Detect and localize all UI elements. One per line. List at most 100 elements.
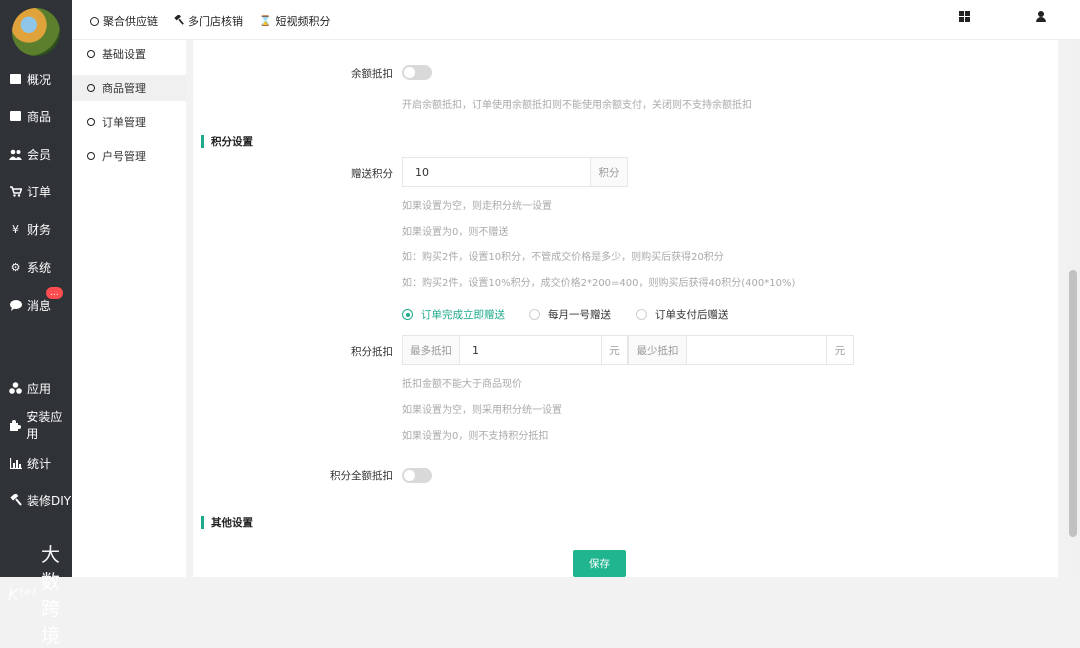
deduct-hint: 如果设置为空，则采用积分统一设置 <box>402 405 562 416</box>
deduct-min-label: 最少抵扣 <box>628 335 687 365</box>
hammer-icon <box>9 494 22 507</box>
main-content: 余额抵扣 开启余额抵扣，订单使用余额抵扣则不能使用余额支付，关闭则不支持余额抵扣… <box>193 40 1058 577</box>
sidebar-item-members[interactable]: 会员 <box>0 139 72 169</box>
submenu-item-label: 商品管理 <box>102 82 146 95</box>
message-count-badge: ... <box>46 287 63 299</box>
hourglass-icon: ⌛ <box>259 15 272 27</box>
radio-gift-on-complete[interactable]: 订单完成立即赠送 <box>402 307 505 322</box>
box-icon <box>9 110 22 123</box>
sidebar-item-orders[interactable]: 订单 <box>0 176 72 206</box>
balance-deduct-toggle[interactable] <box>402 65 432 80</box>
top-link-short-video[interactable]: ⌛ 短视频积分 <box>259 13 330 29</box>
circle-icon <box>87 50 95 58</box>
unit-text: 积分 <box>598 166 620 179</box>
deduct-min-unit: 元 <box>826 335 854 365</box>
sidebar-item-label: 消息 <box>27 298 52 313</box>
dashboard-icon <box>9 73 22 86</box>
gears-icon: ⚙ <box>10 260 21 274</box>
deduct-max-input[interactable]: 1 <box>459 335 602 365</box>
radio-gift-after-pay[interactable]: 订单支付后赠送 <box>636 307 729 322</box>
sidebar-item-label: 会员 <box>27 147 52 162</box>
yen-icon: ¥ <box>12 222 19 236</box>
top-link-label: 短视频积分 <box>275 15 331 28</box>
hammer-icon <box>174 13 184 28</box>
sidebar-item-label: 统计 <box>27 456 52 471</box>
sidebar-item-label: 系统 <box>27 260 52 275</box>
balance-deduct-label: 余额抵扣 <box>351 68 393 80</box>
top-link-label: 聚合供应链 <box>103 15 158 28</box>
deduct-label: 积分抵扣 <box>351 346 393 358</box>
addon-text: 最多抵扣 <box>410 344 452 357</box>
watermark: K⁽ᵒ⁾ 大数跨境 <box>8 540 72 648</box>
circle-icon <box>90 16 99 26</box>
deduct-hint: 抵扣金额不能大于商品现价 <box>402 379 522 390</box>
gift-points-label: 赠送积分 <box>351 168 393 180</box>
sidebar-item-label: 财务 <box>27 222 52 237</box>
section-title: 其他设置 <box>211 517 253 529</box>
top-link-multi-store[interactable]: 多门店核销 <box>174 13 243 29</box>
circle-icon <box>87 118 95 126</box>
balance-deduct-hint: 开启余额抵扣，订单使用余额抵扣则不能使用余额支付，关闭则不支持余额抵扣 <box>402 100 752 111</box>
radio-label: 每月一号赠送 <box>548 309 611 321</box>
submenu-item-accounts[interactable]: 户号管理 <box>72 143 186 169</box>
gift-points-unit: 积分 <box>590 157 628 187</box>
users-icon <box>9 148 22 161</box>
points-section-header: 积分设置 <box>201 134 253 149</box>
sidebar-item-apps[interactable]: 应用 <box>0 373 72 403</box>
circle-icon <box>87 152 95 160</box>
sidebar-item-install-apps[interactable]: 安装应用 <box>0 410 72 441</box>
gift-points-input[interactable]: 10 <box>402 157 591 187</box>
scrollbar[interactable] <box>1066 40 1080 577</box>
save-button[interactable]: 保存 <box>573 550 626 577</box>
chat-icon <box>9 299 22 312</box>
sidebar: 概况 商品 会员 订单 ¥ 财务 ⚙ 系统 消息 ... 应用 安装应用 统计 … <box>0 0 72 647</box>
submenu-item-label: 户号管理 <box>102 150 146 163</box>
sidebar-item-goods[interactable]: 商品 <box>0 101 72 131</box>
submenu-item-label: 订单管理 <box>102 116 146 129</box>
unit-text: 元 <box>609 344 620 357</box>
sidebar-item-label: 订单 <box>27 184 52 199</box>
full-deduct-toggle[interactable] <box>402 468 432 483</box>
sidebar-item-stats[interactable]: 统计 <box>0 448 72 478</box>
avatar[interactable] <box>12 8 60 56</box>
deduct-max-value: 1 <box>472 343 479 357</box>
top-link-label: 多门店核销 <box>188 15 243 28</box>
radio-label: 订单完成立即赠送 <box>421 309 505 321</box>
sidebar-item-overview[interactable]: 概况 <box>0 64 72 94</box>
submenu-item-goods[interactable]: 商品管理 <box>72 75 186 101</box>
addon-text: 最少抵扣 <box>636 344 679 357</box>
submenu: 基础设置 商品管理 订单管理 户号管理 <box>72 40 186 577</box>
section-title: 积分设置 <box>211 136 253 148</box>
other-section-header: 其他设置 <box>201 515 253 530</box>
apps-icon <box>9 382 22 395</box>
sidebar-item-label: 应用 <box>27 381 52 396</box>
sidebar-item-decor-diy[interactable]: 装修DIY <box>0 485 72 515</box>
submenu-item-basic[interactable]: 基础设置 <box>72 41 186 67</box>
bar-chart-icon <box>9 457 22 470</box>
gift-points-value: 10 <box>415 165 429 179</box>
scrollbar-thumb[interactable] <box>1069 270 1077 537</box>
top-bar: 聚合供应链 多门店核销 ⌛ 短视频积分 <box>72 0 1080 40</box>
deduct-hint: 如果设置为0，则不支持积分抵扣 <box>402 431 549 442</box>
sidebar-item-label: 概况 <box>27 72 52 87</box>
radio-label: 订单支付后赠送 <box>655 309 729 321</box>
deduct-max-label: 最多抵扣 <box>402 335 460 365</box>
sidebar-item-label: 商品 <box>27 109 52 124</box>
sidebar-item-label: 装修DIY <box>27 493 72 508</box>
gift-hint: 如果设置为空，则走积分统一设置 <box>402 201 552 212</box>
puzzle-icon <box>9 419 22 432</box>
top-link-supply-chain[interactable]: 聚合供应链 <box>90 13 158 29</box>
sidebar-item-label: 安装应用 <box>26 410 63 441</box>
sidebar-item-system[interactable]: ⚙ 系统 <box>0 252 72 282</box>
submenu-item-label: 基础设置 <box>102 48 146 61</box>
submenu-item-orders[interactable]: 订单管理 <box>72 109 186 135</box>
gift-hint: 如果设置为0，则不赠送 <box>402 227 509 238</box>
circle-icon <box>87 84 95 92</box>
deduct-min-input[interactable] <box>686 335 827 365</box>
grid-icon[interactable] <box>959 11 970 22</box>
radio-gift-monthly[interactable]: 每月一号赠送 <box>529 307 611 322</box>
sidebar-item-finance[interactable]: ¥ 财务 <box>0 214 72 244</box>
watermark-text: 大数跨境 <box>40 544 61 647</box>
cart-icon <box>9 185 22 198</box>
user-icon[interactable] <box>1036 11 1046 22</box>
